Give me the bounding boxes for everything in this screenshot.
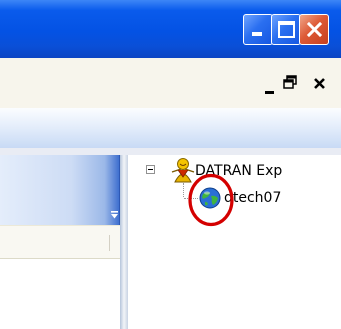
left-pane-header [0,155,120,225]
tree-connector-horizontal [184,198,198,199]
tree-collapse-toggle[interactable] [146,165,155,174]
left-pane [0,155,120,329]
window-minimize-button[interactable] [243,14,273,45]
window-maximize-button[interactable] [271,14,301,45]
mdi-restore-icon[interactable] [283,75,297,89]
window-titlebar[interactable] [0,0,341,58]
mdi-minimize-icon[interactable] [265,91,274,94]
toolbar-band [0,108,341,149]
tree-connector-vertical [183,183,184,197]
window-close-button[interactable] [299,14,329,45]
tree-pane [128,155,341,329]
minimize-icon [252,32,262,36]
pane-splitter[interactable] [120,155,128,329]
close-icon [306,21,323,38]
tree-root-label[interactable]: DATRAN Exp [195,162,282,180]
datran-app-icon [171,158,195,183]
chevron-down-icon[interactable] [110,211,119,220]
maximize-icon [278,21,295,38]
pane-top-gap [0,148,341,155]
tree-node-label[interactable]: dtech07 [224,189,281,207]
mdi-close-icon[interactable] [313,77,326,90]
left-pane-row[interactable] [0,225,120,259]
globe-network-icon [199,187,221,209]
